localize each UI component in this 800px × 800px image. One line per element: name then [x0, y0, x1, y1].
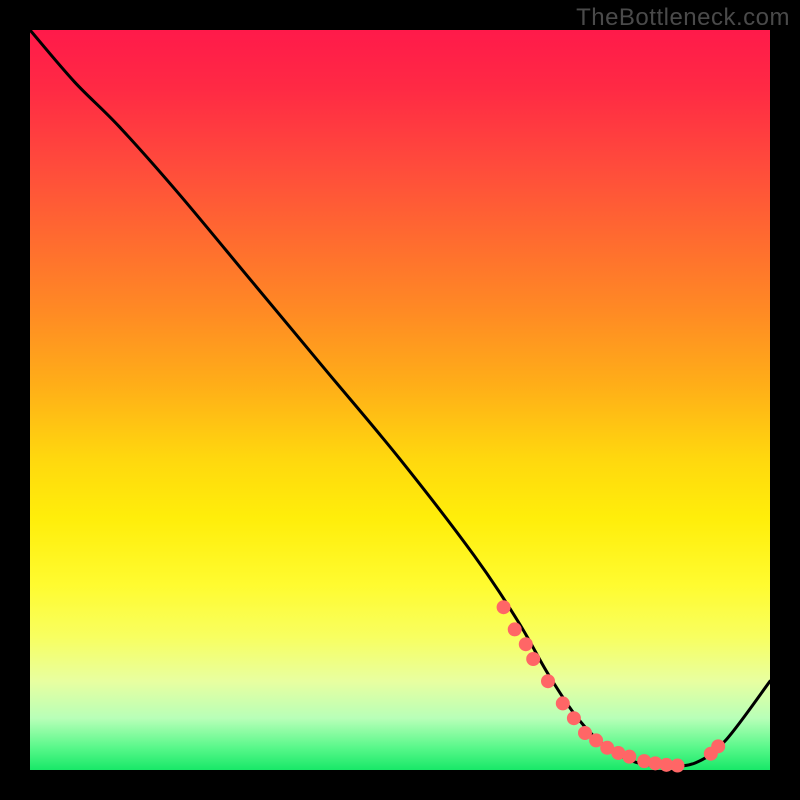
curve-line [30, 30, 770, 766]
chart-frame: TheBottleneck.com [0, 0, 800, 800]
curve-line-group [30, 30, 770, 766]
data-marker [541, 674, 555, 688]
data-marker [556, 696, 570, 710]
data-marker [497, 600, 511, 614]
data-marker [567, 711, 581, 725]
data-marker [519, 637, 533, 651]
data-marker [711, 739, 725, 753]
data-marker [508, 622, 522, 636]
data-marker [526, 652, 540, 666]
plot-area [30, 30, 770, 770]
marker-group [497, 600, 726, 772]
data-marker [671, 759, 685, 773]
chart-svg [30, 30, 770, 770]
watermark-text: TheBottleneck.com [576, 4, 790, 32]
data-marker [622, 750, 636, 764]
